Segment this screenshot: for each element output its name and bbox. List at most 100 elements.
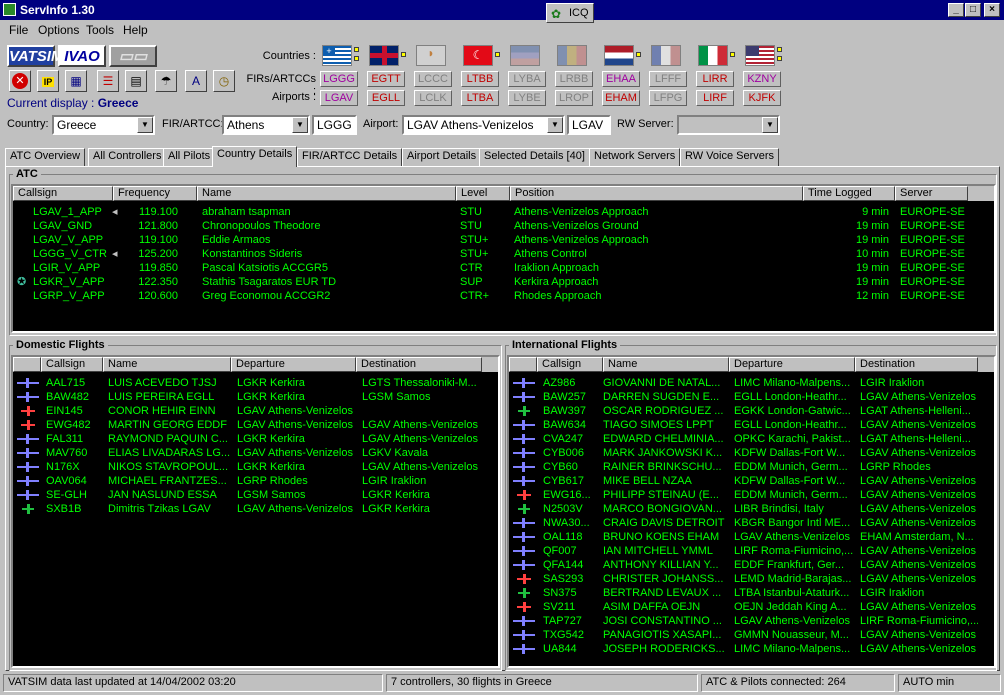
international-table[interactable]: Callsign Name Departure Destination AZ986 GIO… (507, 355, 996, 668)
menu-help[interactable]: Help (123, 23, 148, 37)
airport-code-button[interactable]: KJFK (743, 90, 781, 106)
fir-code-button[interactable]: KZNY (743, 71, 781, 87)
fir-code-button[interactable]: LTBB (461, 71, 499, 87)
fir-code-button[interactable]: LRBB (555, 71, 593, 87)
flag-france-icon[interactable] (651, 45, 681, 66)
table-row[interactable]: OAV064 MICHAEL FRANTZES... LGRP Rhodes LGIR… (13, 474, 498, 488)
airport-code-button[interactable]: LGAV (320, 90, 358, 106)
column-header[interactable]: Destination (356, 357, 482, 372)
column-header[interactable]: Callsign (13, 186, 113, 201)
domestic-table[interactable]: Callsign Name Departure Destination AAL715 LU… (11, 355, 500, 668)
fir-code-button[interactable]: LIRR (696, 71, 734, 87)
table-row[interactable]: QF007 IAN MITCHELL YMML LIRF Roma-Fiumicin… (509, 544, 994, 558)
table-row[interactable]: ◂ LGGG_V_CTR 125.200 Konstantinos Sideris ST… (13, 247, 994, 261)
disabled-network-button[interactable]: ▭▭ (109, 45, 157, 67)
column-header[interactable]: Callsign (41, 357, 103, 372)
tab-all-pilots[interactable]: All Pilots (163, 148, 216, 166)
table-row[interactable]: N176X NIKOS STAVROPOUL... LGKR Kerkira LGAV… (13, 460, 498, 474)
table-row[interactable]: BAW482 LUIS PEREIRA EGLL LGKR Kerkira LGSM … (13, 390, 498, 404)
table-row[interactable]: LGRP_V_APP 120.600 Greg Economou ACCGR2 CTR… (13, 289, 994, 303)
table-row[interactable]: UA844 JOSEPH RODERICKS... LIMC Milano-Malp… (509, 642, 994, 656)
fir-code-button[interactable]: LCCC (414, 71, 452, 87)
table-row[interactable]: CYB006 MARK JANKOWSKI K... KDFW Dallas-For… (509, 446, 994, 460)
flag-greece-icon[interactable]: + (322, 45, 352, 66)
column-header[interactable]: Level (456, 186, 510, 201)
table-row[interactable]: BAW397 OSCAR RODRIGUEZ ... EGKK London-Gat… (509, 404, 994, 418)
tab-selected-details[interactable]: Selected Details [40] (479, 148, 590, 166)
flag-romania-icon[interactable] (557, 45, 587, 66)
menu-tools[interactable]: Tools (86, 23, 114, 37)
fir-code-field[interactable]: LGGG (312, 115, 357, 135)
atc-table[interactable]: Callsign Frequency Name Level Position Time L… (11, 184, 996, 333)
table-row[interactable]: LGAV_GND 121.800 Chronopoulos Theodore STU A… (13, 219, 994, 233)
airport-code-button[interactable]: EHAM (602, 90, 640, 106)
menu-file[interactable]: File (9, 23, 28, 37)
ivao-logo-button[interactable]: IVAO (58, 45, 106, 67)
flag-cyprus-icon[interactable]: ◗ (416, 45, 446, 66)
column-header[interactable]: Name (103, 357, 231, 372)
tab-airport-details[interactable]: Airport Details (402, 148, 482, 166)
column-header[interactable]: Frequency (113, 186, 197, 201)
column-header[interactable]: Name (603, 357, 729, 372)
column-header[interactable]: Time Logged (803, 186, 895, 201)
column-header[interactable]: Callsign (537, 357, 603, 372)
table-row[interactable]: EIN145 CONOR HEHIR EINN LGAV Athens-Venize… (13, 404, 498, 418)
fir-code-button[interactable]: LFFF (649, 71, 687, 87)
column-header[interactable]: Departure (231, 357, 356, 372)
table-row[interactable]: OAL118 BRUNO KOENS EHAM LGAV Athens-Venize… (509, 530, 994, 544)
airport-code-button[interactable]: LCLK (414, 90, 452, 106)
table-row[interactable]: TXG542 PANAGIOTIS XASAPI... GMMN Nouasseur… (509, 628, 994, 642)
stop-button[interactable]: ✕ (9, 70, 31, 92)
table-row[interactable]: BAW634 TIAGO SIMOES LPPT EGLL London-Heath… (509, 418, 994, 432)
fir-code-button[interactable]: LGGG (320, 71, 358, 87)
table-row[interactable]: EWG482 MARTIN GEORG EDDF LGAV Athens-Veniz… (13, 418, 498, 432)
tab-atc-overview[interactable]: ATC Overview (5, 148, 86, 166)
airport-code-button[interactable]: EGLL (367, 90, 405, 106)
clock-icon[interactable]: ◷ (213, 70, 235, 92)
flag-italy-icon[interactable] (698, 45, 728, 66)
table-row[interactable]: N2503V MARCO BONGIOVAN... LIBR Brindisi, I… (509, 502, 994, 516)
tab-network-servers[interactable]: Network Servers (589, 148, 681, 166)
column-header[interactable]: Departure (729, 357, 855, 372)
country-select[interactable]: Greece ▼ (52, 115, 155, 135)
airport-code-button[interactable]: LTBA (461, 90, 499, 106)
close-button[interactable]: × (984, 3, 1000, 17)
tab-country-details[interactable]: Country Details (212, 146, 298, 167)
table-row[interactable]: MAV760 ELIAS LIVADARAS LG... LGAV Athens-V… (13, 446, 498, 460)
table-row[interactable]: SAS293 CHRISTER JOHANSS... LEMD Madrid-Bar… (509, 572, 994, 586)
icq-button[interactable]: ✿ ICQ (546, 3, 594, 23)
app-icon[interactable] (3, 3, 16, 16)
table-row[interactable]: SXB1B Dimitris Tzikas LGAV LGAV Athens-Ven… (13, 502, 498, 516)
table-row[interactable]: SV211 ASIM DAFFA OEJN OEJN Jeddah King A..… (509, 600, 994, 614)
airport-select[interactable]: LGAV Athens-Venizelos ▼ (402, 115, 565, 135)
table-row[interactable]: EWG16... PHILIPP STEINAU (E... EDDM Munich… (509, 488, 994, 502)
fir-code-button[interactable]: EHAA (602, 71, 640, 87)
column-header[interactable]: Name (197, 186, 456, 201)
vatsim-logo-button[interactable]: VATSIM (7, 45, 63, 67)
menu-options[interactable]: Options (38, 23, 79, 37)
airport-code-field[interactable]: LGAV (567, 115, 611, 135)
font-icon[interactable]: A (185, 70, 207, 92)
table-row[interactable]: BAW257 DARREN SUGDEN E... EGLL London-Heat… (509, 390, 994, 404)
fir-select[interactable]: Athens ▼ (222, 115, 310, 135)
rw-server-select[interactable]: ▼ (677, 115, 780, 135)
flag-uk-icon[interactable] (369, 45, 399, 66)
table-row[interactable]: ◂ LGAV_1_APP 119.100 abraham tsapman STU Athe… (13, 205, 994, 219)
minimize-button[interactable]: _ (948, 3, 964, 17)
tab-rw-voice-servers[interactable]: RW Voice Servers (680, 148, 780, 166)
column-header[interactable]: Server (895, 186, 968, 201)
chevron-down-icon[interactable]: ▼ (292, 117, 308, 133)
table-row[interactable]: LGAV_V_APP 119.100 Eddie Armaos STU+ Athens-… (13, 233, 994, 247)
airport-code-button[interactable]: LIRF (696, 90, 734, 106)
table-row[interactable]: ✪ LGKR_V_APP 122.350 Stathis Tsagaratos EUR… (13, 275, 994, 289)
chevron-down-icon[interactable]: ▼ (137, 117, 153, 133)
fir-code-button[interactable]: LYBA (508, 71, 546, 87)
table-row[interactable]: AZ986 GIOVANNI DE NATAL... LIMC Milano-Mal… (509, 376, 994, 390)
table-row[interactable]: CYB617 MIKE BELL NZAA KDFW Dallas-Fort W..… (509, 474, 994, 488)
table-row[interactable]: CVA247 EDWARD CHELMINIA... OPKC Karachi, P… (509, 432, 994, 446)
column-header[interactable]: Destination (855, 357, 978, 372)
table-row[interactable]: FAL311 RAYMOND PAQUIN C... LGKR Kerkira LGA… (13, 432, 498, 446)
ip-icon[interactable]: IP (37, 70, 59, 92)
table-row[interactable]: TAP727 JOSI CONSTANTINO ... LGAV Athens-Ve… (509, 614, 994, 628)
fir-code-button[interactable]: EGTT (367, 71, 405, 87)
